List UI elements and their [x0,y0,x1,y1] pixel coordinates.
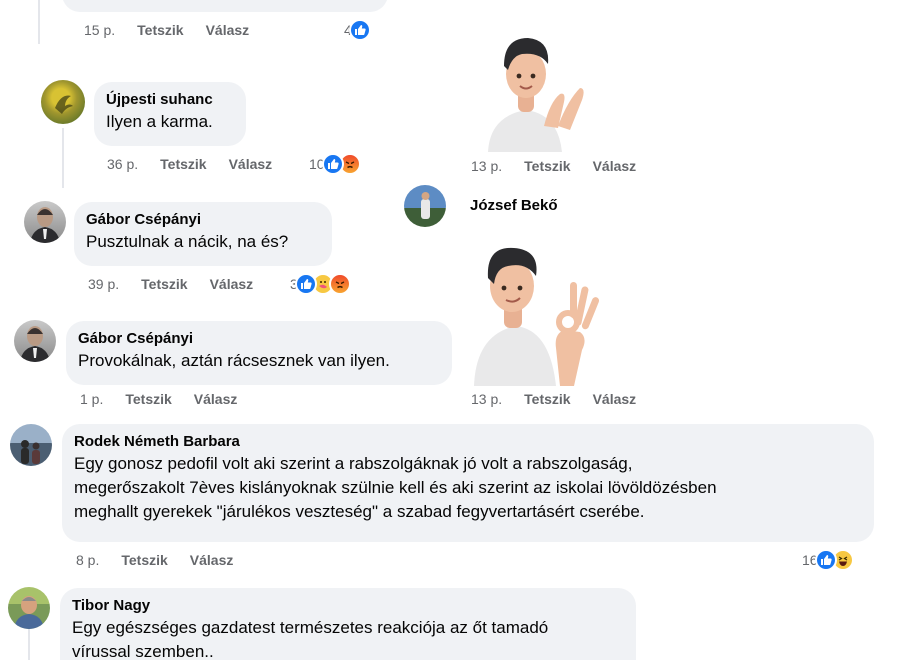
like-icon [814,549,837,571]
reply-button[interactable]: Válasz [206,22,250,38]
comment-bubble: Gábor Csépányi Pusztulnak a nácik, na és… [74,202,332,266]
reaction-summary[interactable]: 16 [802,549,854,571]
avatar[interactable] [41,80,85,124]
reply-button[interactable]: Válasz [229,156,273,172]
reply-button[interactable]: Válasz [593,391,637,407]
avatar[interactable] [24,201,66,243]
comment-author[interactable]: József Bekő [470,196,558,216]
like-icon [321,153,344,175]
avatar[interactable] [8,587,50,629]
like-button[interactable]: Tetszik [160,156,206,172]
reaction-summary[interactable]: 3 [290,273,351,295]
comment-text-line: megerőszakolt 7èves kislányoknak szülnie… [74,478,717,497]
comment-bubble [62,0,388,12]
comment-author[interactable]: Tibor Nagy [72,596,624,616]
like-button[interactable]: Tetszik [125,391,171,407]
comment-meta: 15 p. Tetszik Válasz [84,22,249,38]
reply-button[interactable]: Válasz [194,391,238,407]
reply-button[interactable]: Válasz [190,552,234,568]
comment-author[interactable]: Gábor Csépányi [78,329,440,349]
comment-text: Ilyen a karma. [106,112,213,131]
comment-author[interactable]: Gábor Csépányi [86,210,320,230]
comment-text: Pusztulnak a nácik, na és? [86,232,289,251]
comment-meta: 36 p. Tetszik Válasz [107,156,272,172]
comment-text-line: Egy gonosz pedofil volt aki szerint a ra… [74,454,633,473]
like-button[interactable]: Tetszik [524,158,570,174]
ok-hand-avatar-sticker[interactable] [470,238,600,386]
comment-time[interactable]: 13 p. [471,391,502,407]
comment-bubble: Rodek Németh Barbara Egy gonosz pedofil … [62,424,874,542]
comment-meta: 1 p. Tetszik Válasz [80,391,237,407]
reaction-summary[interactable]: 4 [344,19,371,41]
comment-text-line: meghallt gyerekek "járulékos veszteség" … [74,502,645,521]
comment-bubble: Tibor Nagy Egy egészséges gazdatest term… [60,588,636,660]
thread-line [62,128,64,188]
like-icon [294,273,317,295]
comment-text-line: vírussal szemben.. [72,642,214,660]
avatar[interactable] [14,320,56,362]
reply-button[interactable]: Válasz [210,276,254,292]
comment-time[interactable]: 15 p. [84,22,115,38]
sticker-meta: 13 p. Tetszik Válasz [471,391,636,407]
reply-button[interactable]: Válasz [593,158,637,174]
avatar[interactable] [404,185,446,227]
clapping-avatar-sticker[interactable] [470,30,590,152]
like-icon [348,19,371,41]
like-button[interactable]: Tetszik [524,391,570,407]
comment-time[interactable]: 1 p. [80,391,103,407]
comment-text: Provokálnak, aztán rácsesznek van ilyen. [78,351,390,370]
like-button[interactable]: Tetszik [121,552,167,568]
comment-time[interactable]: 39 p. [88,276,119,292]
comment-bubble: Gábor Csépányi Provokálnak, aztán rácses… [66,321,452,385]
comment-meta: 39 p. Tetszik Válasz [88,276,253,292]
sticker-meta: 13 p. Tetszik Válasz [471,158,636,174]
thread-line [38,0,40,44]
comment-time[interactable]: 8 p. [76,552,99,568]
comment-time[interactable]: 13 p. [471,158,502,174]
avatar[interactable] [10,424,52,466]
comment-author[interactable]: Újpesti suhanc [106,90,234,110]
angry-icon [328,273,351,295]
comment-bubble: Újpesti suhanc Ilyen a karma. [94,82,246,146]
comment-time[interactable]: 36 p. [107,156,138,172]
like-button[interactable]: Tetszik [141,276,187,292]
reaction-summary[interactable]: 10 [309,153,361,175]
comment-meta: 8 p. Tetszik Válasz [76,552,233,568]
comment-text-line: Egy egészséges gazdatest természetes rea… [72,618,549,637]
like-button[interactable]: Tetszik [137,22,183,38]
comment-author[interactable]: Rodek Németh Barbara [74,432,862,452]
